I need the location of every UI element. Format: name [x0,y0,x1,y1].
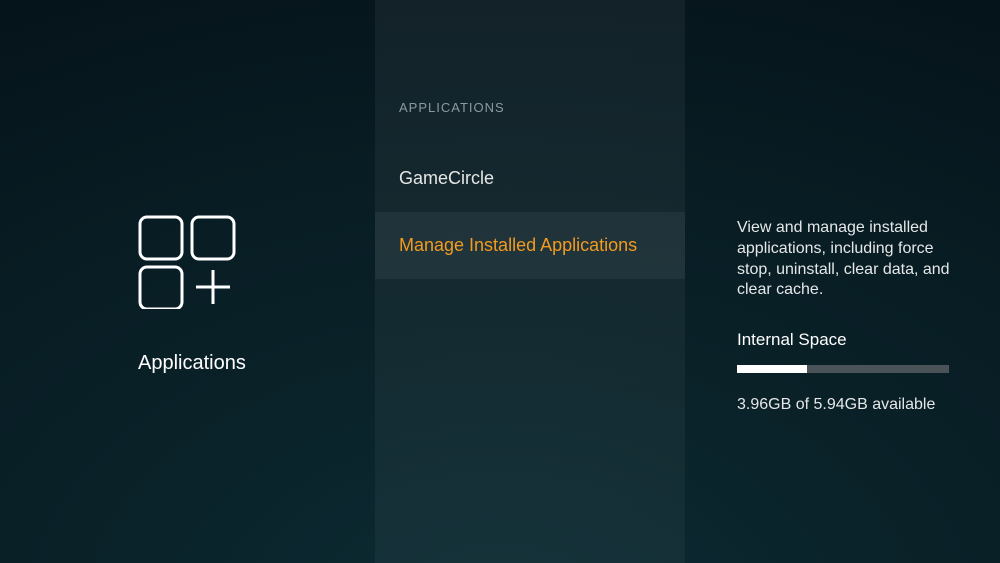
detail-pane: View and manage installed applications, … [685,0,1000,563]
menu-item-label: GameCircle [399,168,494,189]
storage-block: Internal Space 3.96GB of 5.94GB availabl… [737,329,950,416]
storage-free-text: 3.96GB of 5.94GB available [737,395,950,416]
storage-bar [737,365,949,373]
applications-icon [138,215,236,314]
menu-item-gamecircle[interactable]: GameCircle [375,145,685,212]
menu-item-label: Manage Installed Applications [399,235,637,256]
detail-description: View and manage installed applications, … [737,218,950,301]
storage-bar-fill [737,365,807,373]
middle-header: APPLICATIONS [375,0,685,115]
left-pane: Applications [0,0,375,563]
menu-item-manage-installed-applications[interactable]: Manage Installed Applications [375,212,685,279]
storage-label: Internal Space [737,329,950,351]
left-pane-title: Applications [138,352,246,375]
settings-screen: Applications APPLICATIONS GameCircle Man… [0,0,1000,563]
middle-pane: APPLICATIONS GameCircle Manage Installed… [375,0,685,563]
